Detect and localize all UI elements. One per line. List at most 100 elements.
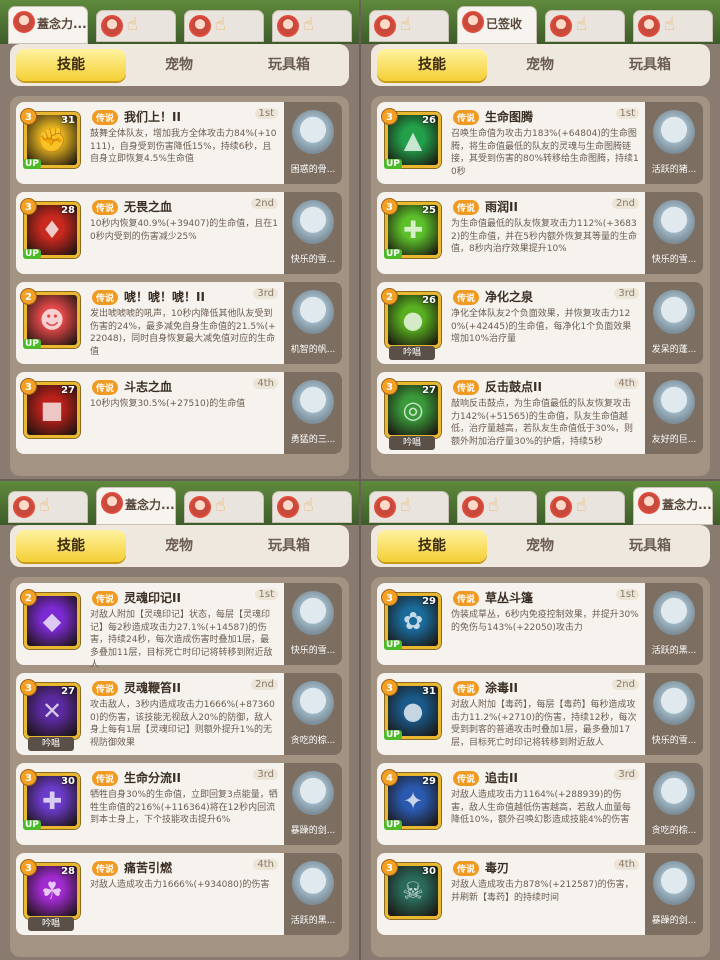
tab-pets[interactable]: 宠物 xyxy=(485,530,595,562)
pet-slot[interactable]: 活跃的猪... xyxy=(645,102,703,184)
chat-tab[interactable]: ☝ xyxy=(184,491,264,523)
pet-name: 活跃的黑... xyxy=(651,646,697,656)
skill-description: 对敌人附加【毒药】，每层【毒药】每秒造成攻击力11.2%(+2710)的伤害，持… xyxy=(451,700,637,748)
pet-slot[interactable]: 贪吃的棕... xyxy=(284,673,342,755)
tab-pets[interactable]: 宠物 xyxy=(124,49,234,81)
skill-icon[interactable]: ◆ 2 xyxy=(20,589,80,649)
player-avatar-icon xyxy=(550,496,572,518)
tab-toybox[interactable]: 玩具箱 xyxy=(234,49,344,81)
skill-card[interactable]: ☘ 3 28 吟唱 传说 痛苦引燃 4th 对敌人造成攻击力1666%(+934080)的伤害… xyxy=(16,853,342,935)
skill-icon[interactable]: ✚ 3 30 UP xyxy=(20,769,80,830)
tab-toybox[interactable]: 玩具箱 xyxy=(595,49,705,81)
chat-tab[interactable]: ☝ xyxy=(633,10,713,42)
skill-icon[interactable]: ☠ 3 30 xyxy=(381,859,441,919)
pet-slot[interactable]: 快乐的雪... xyxy=(645,192,703,274)
tab-pets[interactable]: 宠物 xyxy=(485,49,595,81)
pet-portrait xyxy=(292,290,334,334)
chat-tab[interactable]: ☝ xyxy=(272,10,352,42)
skill-description: 伪装成草丛，6秒内免疫控制效果，并提升30%的免伤与143%(+22050)攻击… xyxy=(451,610,639,633)
chat-tab[interactable]: ☝ xyxy=(369,491,449,523)
pet-slot[interactable]: 机智的帆... xyxy=(284,282,342,364)
skill-card[interactable]: ◆ 2 传说 灵魂印记II 1st 对敌人附加【灵魂印记】状态，每层【灵魂印记】每2秒造成… xyxy=(16,583,342,670)
chat-tab[interactable]: ☝ xyxy=(272,491,352,523)
chat-tab[interactable]: ☝ xyxy=(545,10,625,42)
skill-card[interactable]: ◎ 3 27 吟唱 传说 反击鼓点II 4th 敲响反击鼓点，为生命值最低的队友恢复攻击力14… xyxy=(377,372,703,454)
upgrade-badge: UP xyxy=(23,339,41,349)
skill-icon[interactable]: ☻ 2 UP xyxy=(20,288,80,349)
chat-tab[interactable]: ☝ xyxy=(8,491,88,523)
skill-info: ☘ 3 28 吟唱 传说 痛苦引燃 4th 对敌人造成攻击力1666%(+934080)的伤害 xyxy=(16,853,284,935)
category-tabs: 技能 宠物 玩具箱 xyxy=(10,44,349,86)
skill-name: 毒刃 xyxy=(485,861,510,875)
skill-card[interactable]: ● 3 31 UP 传说 涂毒II 2nd 对敌人附加【毒药】，每层【毒药】每秒造成攻击力11… xyxy=(377,673,703,755)
skill-card[interactable]: ■ 3 27 传说 斗志之血 4th 10秒内恢复30.5%(+27510)的生命值 勇猛的三… xyxy=(16,372,342,454)
pet-slot[interactable]: 快乐的雪... xyxy=(284,583,342,665)
pet-slot[interactable]: 快乐的雪... xyxy=(284,192,342,274)
skill-name: 我们上！II xyxy=(124,110,181,124)
chat-tab[interactable]: ☝ xyxy=(184,10,264,42)
tab-skills[interactable]: 技能 xyxy=(16,530,126,562)
tab-toybox[interactable]: 玩具箱 xyxy=(234,530,344,562)
skill-card[interactable]: ☻ 2 UP 传说 唬！唬！唬！II 3rd 发出唬唬唬的吼声，10秒内降低其他队友受到伤害… xyxy=(16,282,342,364)
pet-slot[interactable]: 贪吃的棕... xyxy=(645,763,703,845)
skill-icon[interactable]: ● 2 26 xyxy=(381,288,441,348)
chat-tab[interactable]: ☝ xyxy=(457,491,537,523)
skill-card[interactable]: ✊ 3 31 UP 传说 我们上！II 1st 鼓舞全体队友，增加我方全体攻击力84%(+10… xyxy=(16,102,342,184)
skill-card[interactable]: ♦ 3 28 UP 传说 无畏之血 2nd 10秒内恢复40.9%(+39407)的生命值，且… xyxy=(16,192,342,274)
pet-slot[interactable]: 暴躁的剑... xyxy=(284,763,342,845)
tab-skills[interactable]: 技能 xyxy=(377,530,487,562)
skill-icon[interactable]: ● 3 31 UP xyxy=(381,679,441,740)
skill-card[interactable]: ✚ 3 25 UP 传说 雨润II 2nd 为生命值最低的队友恢复攻击力112%(+36832… xyxy=(377,192,703,274)
pet-slot[interactable]: 暴躁的剑... xyxy=(645,853,703,935)
skill-list: ✊ 3 31 UP 传说 我们上！II 1st 鼓舞全体队友，增加我方全体攻击力84%(+10… xyxy=(10,96,349,476)
player-avatar-icon xyxy=(101,492,123,514)
skill-icon[interactable]: ✕ 3 27 xyxy=(20,679,80,739)
skill-icon[interactable]: ✦ 4 29 UP xyxy=(381,769,441,830)
skill-card[interactable]: ☠ 3 30 传说 毒刃 4th 对敌人造成攻击力878%(+212587)的伤害，并刷新【… xyxy=(377,853,703,935)
tab-skills[interactable]: 技能 xyxy=(16,49,126,81)
skill-slot-rank: 3rd xyxy=(614,769,639,780)
poke-hand-icon: ☝ xyxy=(303,14,314,35)
pet-slot[interactable]: 发呆的蓬... xyxy=(645,282,703,364)
chat-tab[interactable]: 蓋念力... xyxy=(8,6,88,44)
pet-slot[interactable]: 友好的巨... xyxy=(645,372,703,454)
skill-description: 对敌人造成攻击力878%(+212587)的伤害，并刷新【毒药】的持续时间 xyxy=(451,880,634,903)
chat-tab[interactable]: 已签收 xyxy=(457,6,537,44)
poke-hand-icon: ☝ xyxy=(39,495,50,516)
skill-slot-rank: 1st xyxy=(254,108,278,119)
tab-pets[interactable]: 宠物 xyxy=(124,530,234,562)
pet-slot[interactable]: 活跃的黑... xyxy=(284,853,342,935)
skill-icon[interactable]: ♦ 3 28 UP xyxy=(20,198,80,259)
chat-tab[interactable]: ☝ xyxy=(545,491,625,523)
skill-card[interactable]: ● 2 26 吟唱 传说 净化之泉 3rd 净化全体队友2个负面效果，并恢复攻击力120%(+… xyxy=(377,282,703,364)
chat-tab[interactable]: 蓋念力... xyxy=(96,487,176,525)
skill-icon[interactable]: ✚ 3 25 UP xyxy=(381,198,441,259)
skill-card[interactable]: ✿ 3 29 UP 传说 草丛斗篷 1st 伪装成草丛，6秒内免疫控制效果，并提升30%的免伤… xyxy=(377,583,703,665)
skill-card[interactable]: ✕ 3 27 吟唱 传说 灵魂鞭笞II 2nd 攻击敌人，3秒内造成攻击力1666%(+873… xyxy=(16,673,342,755)
pet-slot[interactable]: 活跃的黑... xyxy=(645,583,703,665)
rarity-badge: 传说 xyxy=(453,380,480,395)
upgrade-badge: UP xyxy=(23,820,41,830)
skill-icon[interactable]: ✿ 3 29 UP xyxy=(381,589,441,650)
tab-toybox[interactable]: 玩具箱 xyxy=(595,530,705,562)
skill-icon[interactable]: ☘ 3 28 xyxy=(20,859,80,919)
chat-tab[interactable]: ☝ xyxy=(369,10,449,42)
skill-level: 28 xyxy=(61,205,75,216)
skill-icon[interactable]: ■ 3 27 xyxy=(20,378,80,438)
skill-card[interactable]: ✦ 4 29 UP 传说 追击II 3rd 对敌人造成攻击力1164%(+288939)的伤害… xyxy=(377,763,703,845)
skill-card[interactable]: ✚ 3 30 UP 传说 生命分流II 3rd 牺牲自身30%的生命值，立即回复3点能量，牺牲… xyxy=(16,763,342,845)
pet-slot[interactable]: 快乐的雪... xyxy=(645,673,703,755)
skill-icon[interactable]: ✊ 3 31 UP xyxy=(20,108,80,169)
skill-list: ✿ 3 29 UP 传说 草丛斗篷 1st 伪装成草丛，6秒内免疫控制效果，并提升30%的免伤… xyxy=(371,577,710,957)
pet-slot[interactable]: 困惑的骨... xyxy=(284,102,342,184)
pet-slot[interactable]: 勇猛的三... xyxy=(284,372,342,454)
chat-tab[interactable]: 蓋念力... xyxy=(633,487,713,525)
skill-icon[interactable]: ▲ 3 26 UP xyxy=(381,108,441,169)
category-tabs: 技能 宠物 玩具箱 xyxy=(10,525,349,567)
skill-card[interactable]: ▲ 3 26 UP 传说 生命图腾 1st 召唤生命值为攻击力183%(+64804)的生命图… xyxy=(377,102,703,184)
star-badge: 3 xyxy=(20,378,37,395)
chat-tab[interactable]: ☝ xyxy=(96,10,176,42)
skill-level: 26 xyxy=(422,295,436,306)
skill-icon[interactable]: ◎ 3 27 xyxy=(381,378,441,438)
tab-skills[interactable]: 技能 xyxy=(377,49,487,81)
